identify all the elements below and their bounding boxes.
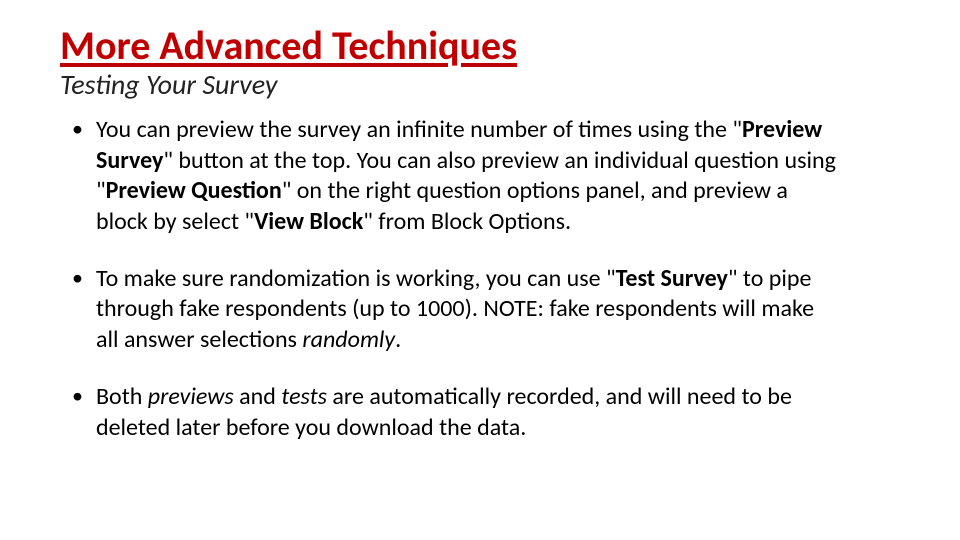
text: " from Block Options. xyxy=(363,207,571,236)
italic-text: previews xyxy=(148,382,234,411)
text: You can preview the survey an infinite n… xyxy=(96,115,742,144)
bullet-item-1: You can preview the survey an infinite n… xyxy=(96,115,900,238)
bold-text: Preview Question xyxy=(106,176,282,205)
text: Both xyxy=(96,382,148,411)
slide: More Advanced Techniques Testing Your Su… xyxy=(0,0,960,489)
text: . xyxy=(395,325,401,354)
bullet-item-2: To make sure randomization is working, y… xyxy=(96,264,900,356)
bullet-list: You can preview the survey an infinite n… xyxy=(60,115,900,443)
slide-subtitle: Testing Your Survey xyxy=(60,70,900,101)
text: and xyxy=(234,382,282,411)
text: To make sure randomization is working, y… xyxy=(96,264,616,293)
italic-text: randomly xyxy=(302,325,395,354)
bold-text: View Block xyxy=(254,207,363,236)
bullet-item-3: Both previews and tests are automaticall… xyxy=(96,382,900,443)
bold-text: Test Survey xyxy=(616,264,728,293)
italic-text: tests xyxy=(281,382,327,411)
slide-title: More Advanced Techniques xyxy=(60,24,900,68)
